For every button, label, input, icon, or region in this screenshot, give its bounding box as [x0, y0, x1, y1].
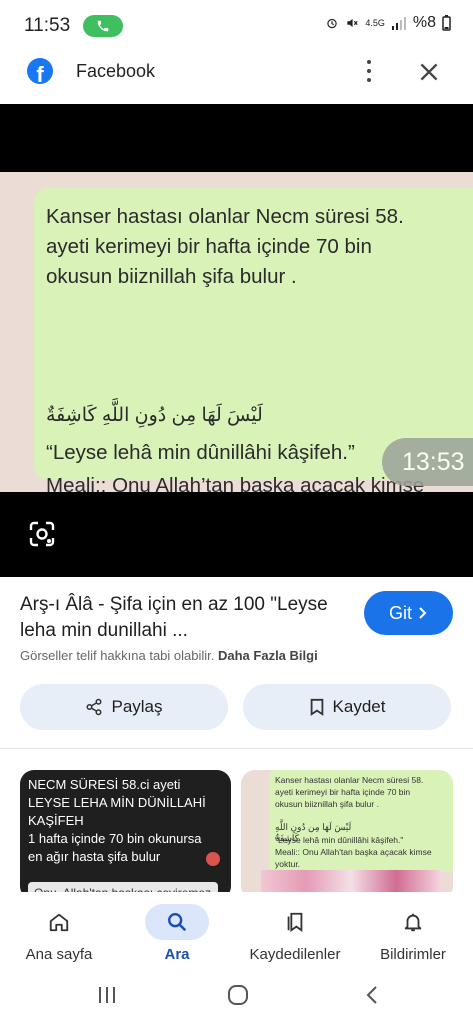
flower-icon — [206, 852, 220, 866]
network-label: 4.5G — [365, 18, 385, 28]
battery-icon — [442, 15, 451, 31]
nav-label: Ana sayfa — [25, 946, 93, 963]
call-indicator[interactable] — [83, 15, 123, 37]
nav-home[interactable]: Ana sayfa — [0, 892, 118, 976]
arabic-verse: لَيْسَ لَهَا مِن دُونِ اللَّهِ كَاشِفَةٌ — [46, 405, 263, 426]
status-bar: 11:53 4.5G %8 — [0, 0, 473, 50]
thumb-text: Kanser hastası olanlar Necm süresi 58. a… — [275, 775, 424, 809]
divider — [0, 748, 473, 749]
share-icon — [86, 698, 102, 716]
chevron-right-icon — [419, 607, 427, 619]
nav-notifications[interactable]: Bildirimler — [354, 892, 472, 976]
back-icon[interactable] — [362, 984, 384, 1006]
go-button-label: Git — [388, 602, 412, 623]
recents-icon[interactable] — [96, 984, 118, 1006]
related-image-2[interactable]: Kanser hastası olanlar Necm süresi 58. a… — [241, 770, 453, 900]
close-icon[interactable] — [416, 59, 442, 85]
search-icon — [145, 904, 209, 940]
more-options-icon[interactable] — [358, 58, 380, 84]
battery-label: %8 — [412, 14, 436, 31]
copyright-notice: Görseller telif hakkına tabi olabilir. D… — [20, 648, 318, 663]
bell-icon — [381, 904, 445, 940]
alarm-icon — [327, 18, 338, 29]
related-image-1[interactable]: NECM SÜRESİ 58.ci ayeti LEYSE LEHA MİN D… — [20, 770, 231, 900]
video-timestamp: 13:53 — [382, 438, 473, 486]
facebook-logo-icon: f — [27, 58, 53, 84]
message-text: Kanser hastası olanlar Necm süresi 58. a… — [46, 205, 404, 288]
mute-icon — [347, 18, 359, 28]
app-header — [0, 50, 473, 104]
lens-icon[interactable] — [28, 520, 56, 548]
system-navigation — [0, 976, 473, 1024]
go-button[interactable]: Git — [364, 591, 453, 635]
image-preview[interactable]: Kanser hastası olanlar Necm süresi 58. a… — [0, 104, 473, 577]
nav-label: Ara — [164, 946, 190, 963]
bookmarks-icon — [263, 904, 327, 940]
nav-search[interactable]: Ara — [118, 892, 236, 976]
nav-label: Kaydedilenler — [249, 946, 341, 963]
result-title[interactable]: Arş-ı Âlâ - Şifa için en az 100 "Leyse l… — [20, 592, 350, 644]
thumb-text: NECM SÜRESİ 58.ci ayeti LEYSE LEHA MİN D… — [28, 777, 206, 864]
more-info-link[interactable]: Daha Fazla Bilgi — [218, 648, 318, 663]
nav-label: Bildirimler — [380, 946, 446, 963]
share-button[interactable]: Paylaş — [20, 684, 228, 730]
signal-icon — [391, 17, 406, 30]
bottom-nav: Ana sayfa Ara Kaydedilenler Bildirimler — [0, 892, 473, 976]
save-button[interactable]: Kaydet — [243, 684, 451, 730]
share-label: Paylaş — [111, 697, 163, 716]
status-icons: 4.5G %8 — [325, 14, 451, 32]
home-icon — [27, 904, 91, 940]
thumb-text-2: "Leyse lehâ min dûnillâhi kâşifeh." Meal… — [275, 835, 432, 869]
page-title: Facebook — [76, 61, 156, 81]
save-label: Kaydet — [332, 697, 386, 716]
status-time: 11:53 — [24, 15, 71, 36]
home-button-icon[interactable] — [227, 984, 249, 1006]
nav-saved[interactable]: Kaydedilenler — [236, 892, 354, 976]
phone-icon — [97, 20, 109, 32]
bookmark-icon — [310, 698, 323, 716]
